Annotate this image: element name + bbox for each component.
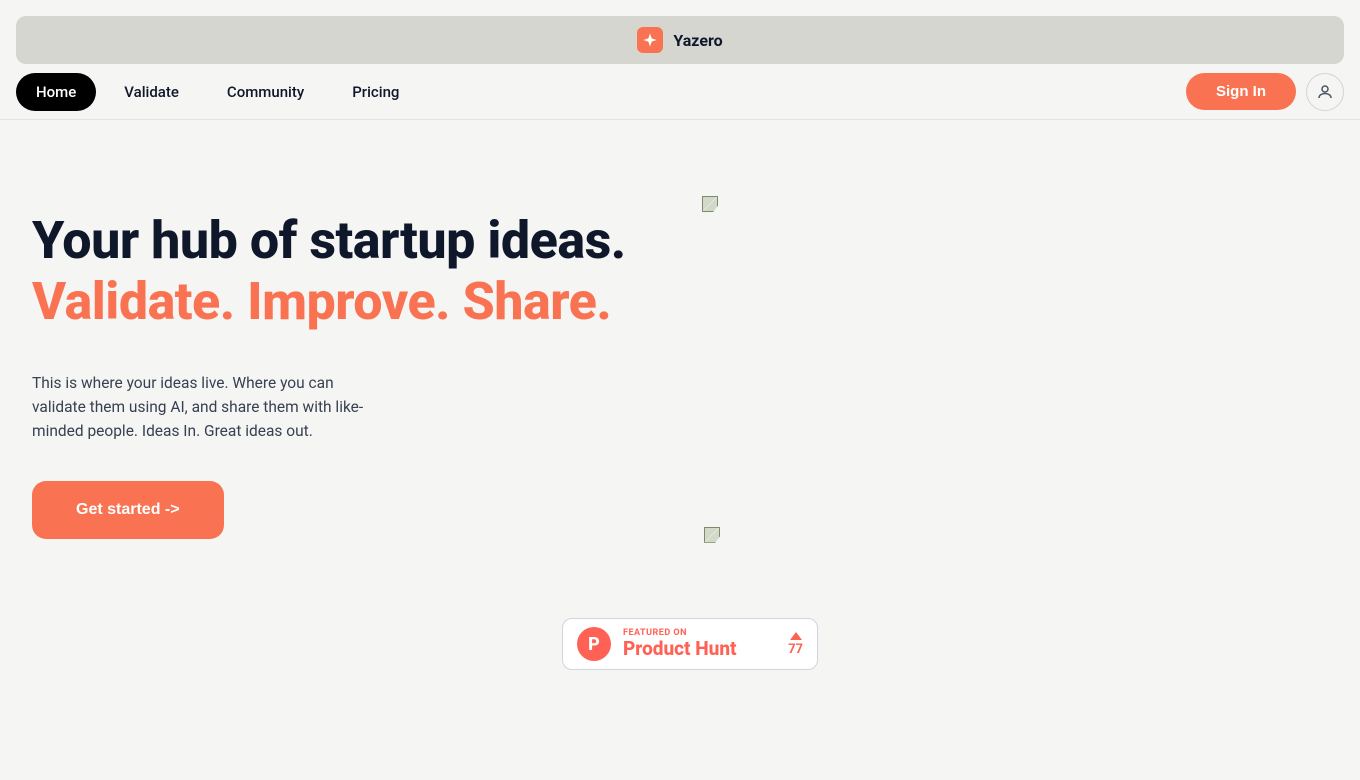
product-hunt-vote: 77 [788,632,803,657]
nav-label: Home [36,83,76,101]
sign-in-label: Sign In [1216,83,1266,100]
get-started-button[interactable]: Get started -> [32,481,224,539]
nav-bar: Home Validate Community Pricing Sign In [0,64,1360,120]
nav-left: Home Validate Community Pricing [16,73,419,111]
nav-label: Community [227,83,304,101]
cta-label: Get started -> [76,501,180,518]
hero-description: This is where your ideas live. Where you… [32,371,372,443]
product-hunt-vote-count: 77 [788,642,803,657]
nav-item-pricing[interactable]: Pricing [332,73,419,111]
product-hunt-badge[interactable]: P FEATURED ON Product Hunt 77 [562,618,818,670]
product-hunt-logo-icon: P [577,627,611,661]
nav-label: Pricing [352,83,399,101]
nav-item-validate[interactable]: Validate [104,73,199,111]
nav-item-home[interactable]: Home [16,73,96,111]
brand-name: Yazero [673,31,722,50]
sign-in-button[interactable]: Sign In [1186,73,1296,110]
user-icon [1316,83,1334,101]
brand-logo-icon [637,27,663,53]
caret-up-icon [790,632,802,640]
brand-bar: Yazero [16,16,1344,64]
hero-title: Your hub of startup ideas. Validate. Imp… [32,210,1328,333]
product-hunt-text: FEATURED ON Product Hunt [623,629,737,660]
broken-image-icon [702,196,718,212]
hero-section: Your hub of startup ideas. Validate. Imp… [0,120,1360,539]
broken-image-icon [704,527,720,543]
nav-label: Validate [124,83,179,101]
nav-item-community[interactable]: Community [207,73,324,111]
user-avatar-button[interactable] [1306,73,1344,111]
nav-right: Sign In [1186,73,1344,111]
product-hunt-name: Product Hunt [623,639,737,660]
hero-title-line2: Validate. Improve. Share. [32,271,1328,332]
hero-title-line1: Your hub of startup ideas. [32,210,626,271]
